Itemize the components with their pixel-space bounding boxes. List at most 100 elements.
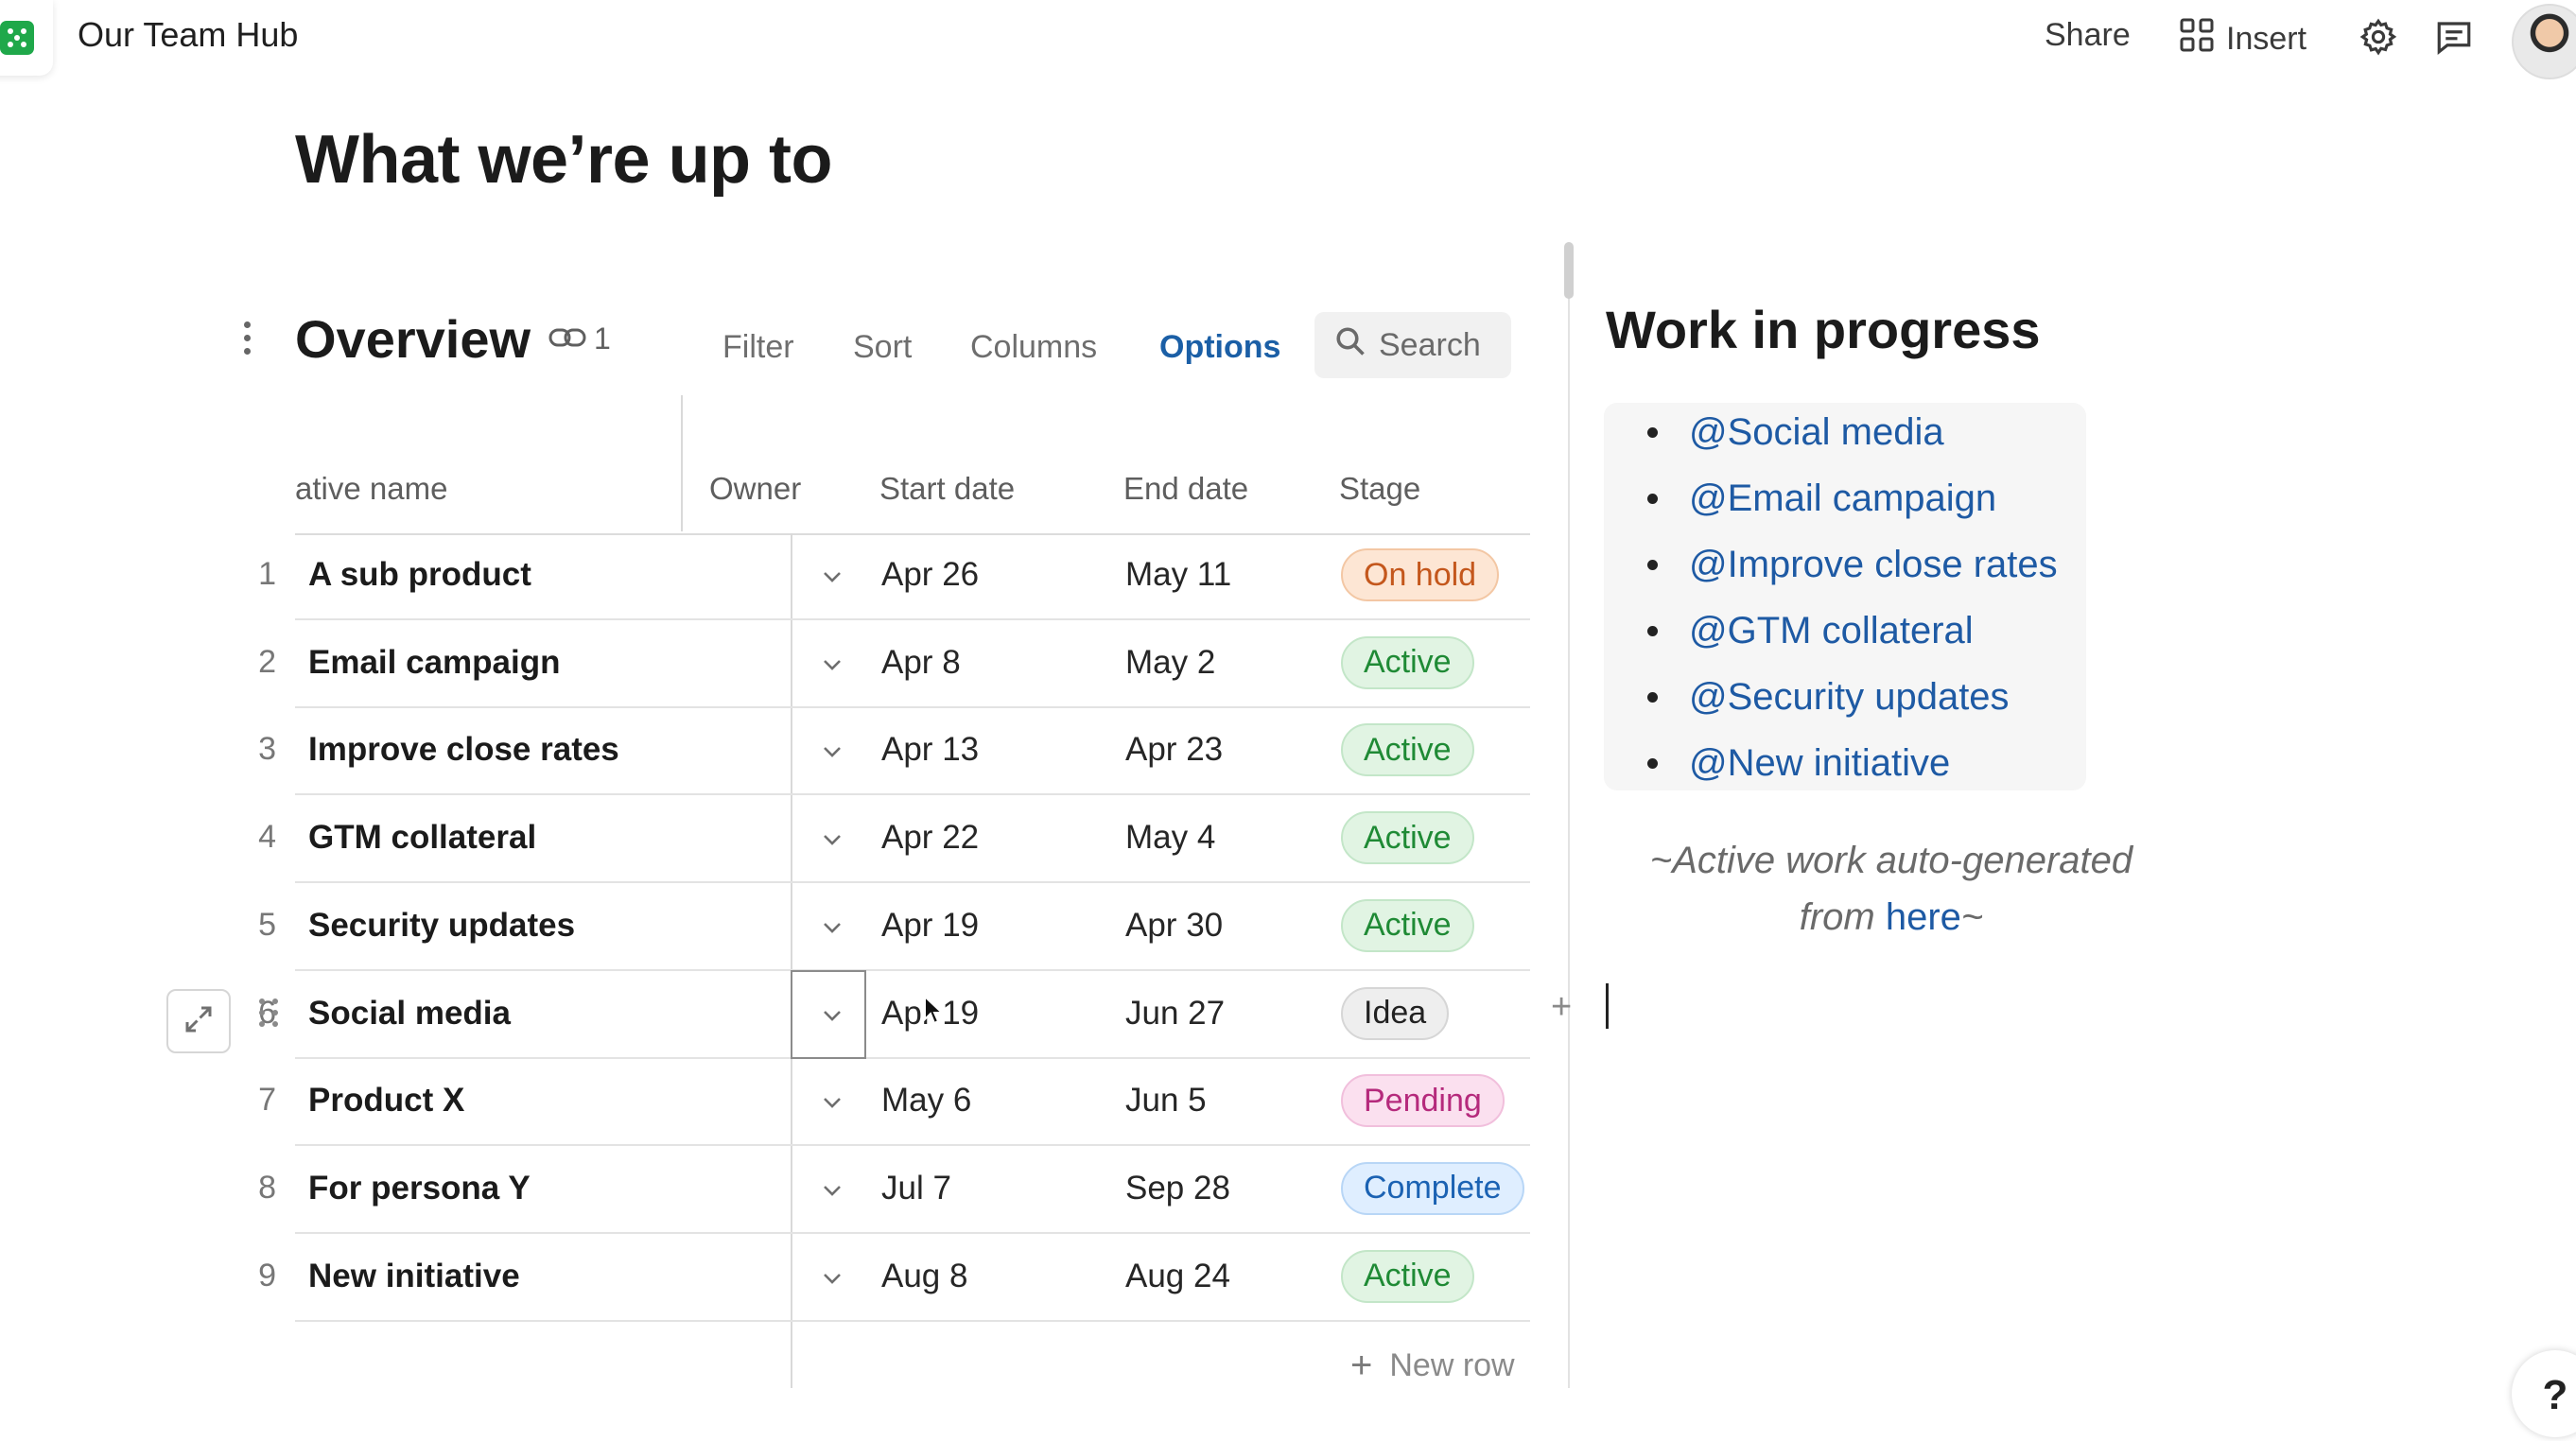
- cell-end-date[interactable]: May 11: [1125, 556, 1231, 594]
- filter-button[interactable]: Filter: [722, 329, 794, 366]
- auto-generated-note: ~Active work auto-generated from here~: [1627, 832, 2156, 946]
- table-row[interactable]: 1 A sub product Apr 26 May 11 On hold: [0, 533, 1570, 620]
- stage-badge[interactable]: Idea: [1341, 986, 1450, 1040]
- grid-icon: [2179, 17, 2215, 61]
- cell-start-date[interactable]: Apr 19: [881, 907, 979, 945]
- chevron-down-icon[interactable]: [819, 1084, 845, 1121]
- cell-start-date[interactable]: Aug 8: [881, 1258, 967, 1295]
- table-row[interactable]: 8 For persona Y Jul 7 Sep 28 Complete: [0, 1147, 1570, 1234]
- wip-list-item[interactable]: @Email campaign: [1608, 469, 2058, 535]
- columns-button[interactable]: Columns: [970, 329, 1097, 366]
- selected-owner-cell[interactable]: [791, 970, 866, 1059]
- col-header-owner[interactable]: Owner: [709, 471, 801, 507]
- cell-initiative-name[interactable]: Email campaign: [308, 644, 560, 682]
- wip-title[interactable]: Work in progress: [1606, 299, 2041, 360]
- insert-button[interactable]: Insert: [2179, 17, 2306, 61]
- row-number: 5: [258, 906, 276, 943]
- stage-badge[interactable]: Active: [1341, 1249, 1474, 1303]
- comments-button[interactable]: [2434, 17, 2474, 65]
- avatar[interactable]: [2512, 4, 2576, 79]
- chevron-down-icon[interactable]: [819, 733, 845, 771]
- cell-start-date[interactable]: Apr 8: [881, 644, 961, 682]
- doc-title[interactable]: Our Team Hub: [78, 15, 298, 55]
- sort-button[interactable]: Sort: [853, 329, 912, 366]
- table-menu-icon[interactable]: [244, 321, 253, 355]
- stage-badge[interactable]: Active: [1341, 811, 1474, 865]
- text-cursor: [1606, 983, 1609, 1029]
- col-header-start-date[interactable]: Start date: [879, 471, 1015, 507]
- cell-end-date[interactable]: Sep 28: [1125, 1170, 1230, 1207]
- column-resizer[interactable]: [681, 395, 683, 531]
- app-logo[interactable]: [0, 0, 53, 76]
- options-button[interactable]: Options: [1159, 329, 1280, 366]
- cell-initiative-name[interactable]: A sub product: [308, 556, 531, 594]
- cell-end-date[interactable]: Jun 5: [1125, 1082, 1207, 1120]
- add-block-icon[interactable]: +: [1551, 987, 1572, 1028]
- table-title[interactable]: Overview: [295, 308, 531, 370]
- cell-initiative-name[interactable]: For persona Y: [308, 1170, 531, 1207]
- col-header-name[interactable]: ative name: [295, 471, 447, 507]
- chevron-down-icon[interactable]: [819, 909, 845, 946]
- note-here-link[interactable]: here: [1886, 896, 1961, 938]
- expand-row-button[interactable]: [166, 989, 231, 1053]
- cell-end-date[interactable]: Aug 24: [1125, 1258, 1230, 1295]
- new-row-button[interactable]: + New row: [1350, 1345, 1515, 1387]
- table-row[interactable]: 3 Improve close rates Apr 13 Apr 23 Active: [0, 708, 1570, 796]
- cell-end-date[interactable]: May 2: [1125, 644, 1215, 682]
- stage-badge[interactable]: Pending: [1341, 1074, 1505, 1128]
- note-suffix: ~: [1960, 896, 1984, 938]
- cell-initiative-name[interactable]: Improve close rates: [308, 731, 619, 769]
- linked-views-indicator[interactable]: 1: [548, 321, 611, 356]
- column-splitter: [1568, 250, 1570, 1388]
- cell-initiative-name[interactable]: Security updates: [308, 907, 575, 945]
- cell-start-date[interactable]: Apr 22: [881, 819, 979, 857]
- cell-initiative-name[interactable]: Product X: [308, 1082, 464, 1120]
- cell-initiative-name[interactable]: New initiative: [308, 1258, 520, 1295]
- stage-badge[interactable]: Active: [1341, 898, 1474, 952]
- cell-end-date[interactable]: Apr 23: [1125, 731, 1223, 769]
- chevron-down-icon[interactable]: [819, 1172, 845, 1209]
- stage-badge[interactable]: On hold: [1341, 548, 1500, 601]
- cell-start-date[interactable]: May 6: [881, 1082, 971, 1120]
- wip-list-item[interactable]: @Social media: [1608, 403, 2058, 469]
- col-header-stage[interactable]: Stage: [1339, 471, 1420, 507]
- chevron-down-icon[interactable]: [819, 1259, 845, 1297]
- row-divider: [295, 1056, 1530, 1059]
- wip-list-item[interactable]: @Improve close rates: [1608, 535, 2058, 601]
- help-button[interactable]: ?: [2512, 1350, 2576, 1437]
- chevron-down-icon[interactable]: [819, 821, 845, 859]
- chevron-down-icon[interactable]: [819, 646, 845, 684]
- wip-list-item[interactable]: @Security updates: [1608, 668, 2058, 734]
- settings-button[interactable]: [2358, 17, 2398, 65]
- cell-start-date[interactable]: Jul 7: [881, 1170, 951, 1207]
- link-count: 1: [594, 321, 611, 356]
- wip-list-item[interactable]: @New initiative: [1608, 734, 2058, 800]
- cell-end-date[interactable]: May 4: [1125, 819, 1215, 857]
- table-row[interactable]: 9 New initiative Aug 8 Aug 24 Active: [0, 1235, 1570, 1322]
- table-row[interactable]: 5 Security updates Apr 19 Apr 30 Active: [0, 884, 1570, 971]
- page-title[interactable]: What we’re up to: [295, 121, 833, 199]
- insert-label: Insert: [2226, 21, 2307, 57]
- share-button[interactable]: Share: [2045, 17, 2131, 54]
- cell-initiative-name[interactable]: GTM collateral: [308, 819, 536, 857]
- cell-start-date[interactable]: Apr 13: [881, 731, 979, 769]
- cell-initiative-name[interactable]: Social media: [308, 995, 511, 1033]
- table-row[interactable]: 7 Product X May 6 Jun 5 Pending: [0, 1059, 1570, 1147]
- share-label: Share: [2045, 17, 2131, 53]
- cell-start-date[interactable]: Apr 26: [881, 556, 979, 594]
- stage-badge[interactable]: Active: [1341, 635, 1474, 689]
- drag-handle-icon[interactable]: [259, 998, 279, 1027]
- chevron-down-icon[interactable]: [819, 558, 845, 596]
- stage-badge[interactable]: Complete: [1341, 1161, 1524, 1215]
- table-row[interactable]: 2 Email campaign Apr 8 May 2 Active: [0, 621, 1570, 708]
- cell-end-date[interactable]: Jun 27: [1125, 995, 1225, 1033]
- col-header-end-date[interactable]: End date: [1123, 471, 1248, 507]
- new-row-label: New row: [1389, 1347, 1515, 1383]
- cell-end-date[interactable]: Apr 30: [1125, 907, 1223, 945]
- wip-list-item[interactable]: @GTM collateral: [1608, 601, 2058, 668]
- table-row[interactable]: 6 Social media Apr 19 Jun 27 Idea: [0, 972, 1570, 1059]
- stage-badge[interactable]: Active: [1341, 723, 1474, 777]
- splitter-handle[interactable]: [1564, 242, 1574, 299]
- search-input[interactable]: Search: [1314, 312, 1511, 378]
- table-row[interactable]: 4 GTM collateral Apr 22 May 4 Active: [0, 796, 1570, 884]
